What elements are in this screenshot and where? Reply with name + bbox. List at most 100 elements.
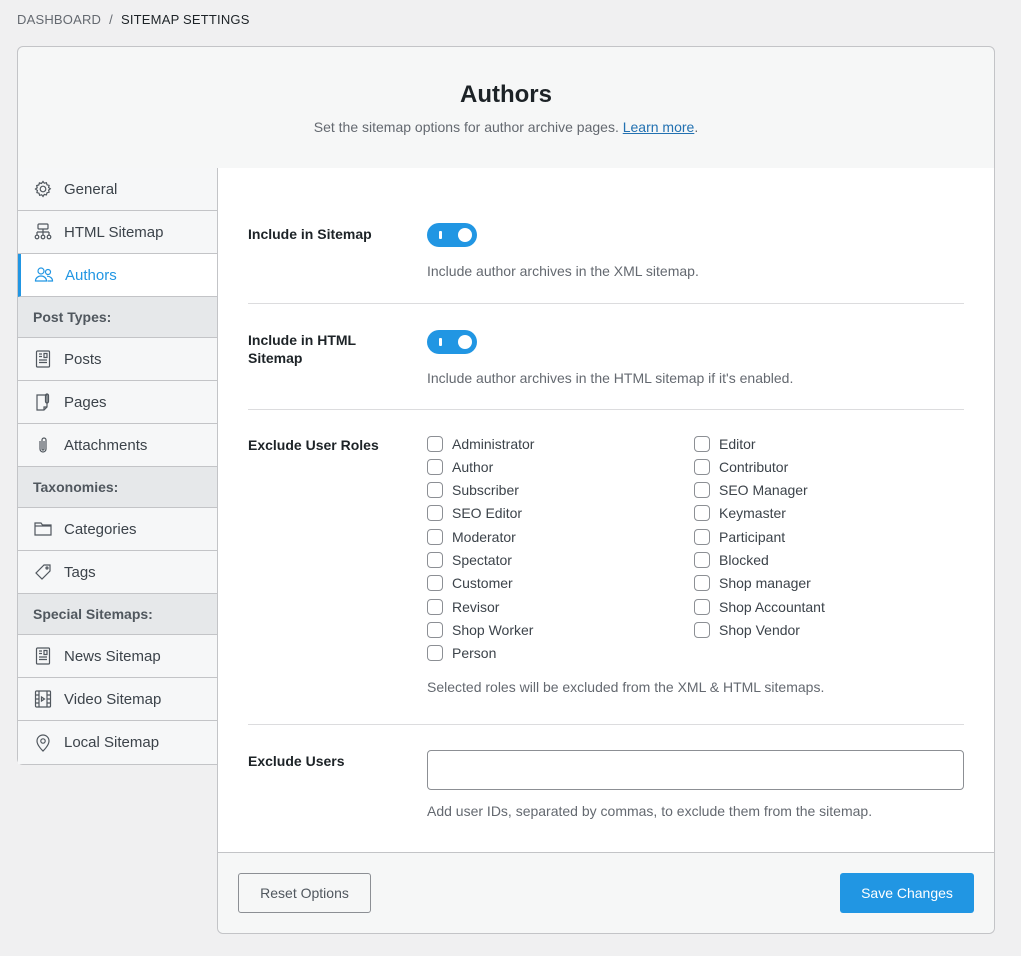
breadcrumb-current: SITEMAP SETTINGS <box>120 12 250 27</box>
setting-label: Include in HTML Sitemap <box>248 332 356 366</box>
exclude-users-input[interactable] <box>427 750 964 790</box>
setting-include-in-html-sitemap: Include in HTML Sitemap Include author a… <box>248 304 964 410</box>
checkbox[interactable] <box>694 482 710 498</box>
checkbox[interactable] <box>427 482 443 498</box>
toggle-on-mark <box>439 338 442 346</box>
setting-include-in-sitemap: Include in Sitemap Include author archiv… <box>248 168 964 304</box>
sitemap-icon <box>33 222 53 242</box>
setting-help: Add user IDs, separated by commas, to ex… <box>427 803 873 819</box>
checkbox[interactable] <box>694 505 710 521</box>
checkbox[interactable] <box>427 459 443 475</box>
role-checkbox-item[interactable]: SEO Manager <box>694 482 808 498</box>
role-label: Person <box>452 645 497 661</box>
role-label: Contributor <box>719 459 789 475</box>
sidebar-item-categories[interactable]: Categories <box>18 508 218 551</box>
role-label: Subscriber <box>452 482 519 498</box>
sidebar-group-special-sitemaps: Special Sitemaps: <box>18 594 218 635</box>
checkbox[interactable] <box>694 459 710 475</box>
toggle-knob <box>458 335 472 349</box>
role-checkbox-item[interactable]: Author <box>427 459 493 475</box>
checkbox[interactable] <box>427 622 443 638</box>
breadcrumb-dashboard-link[interactable]: DASHBOARD <box>17 12 101 27</box>
learn-more-link[interactable]: Learn more <box>623 119 695 135</box>
checkbox[interactable] <box>427 645 443 661</box>
paperclip-icon <box>33 435 53 455</box>
checkbox[interactable] <box>694 529 710 545</box>
include-sitemap-toggle[interactable] <box>427 223 477 247</box>
include-html-sitemap-toggle[interactable] <box>427 330 477 354</box>
checkbox[interactable] <box>427 575 443 591</box>
role-label: Spectator <box>452 552 512 568</box>
role-label: Editor <box>719 436 756 452</box>
checkbox[interactable] <box>694 599 710 615</box>
role-label: Author <box>452 459 494 475</box>
role-label: Participant <box>719 529 786 545</box>
page-icon <box>33 392 53 412</box>
reset-options-button[interactable]: Reset Options <box>238 873 371 913</box>
gear-icon <box>33 179 53 199</box>
role-checkbox-item[interactable]: Moderator <box>427 529 516 545</box>
checkbox[interactable] <box>694 575 710 591</box>
role-checkbox-item[interactable]: Spectator <box>427 552 512 568</box>
role-checkbox-item[interactable]: Person <box>427 645 496 661</box>
role-checkbox-item[interactable]: Administrator <box>427 436 534 452</box>
checkbox[interactable] <box>427 436 443 452</box>
role-checkbox-item[interactable]: Contributor <box>694 459 788 475</box>
sidebar-item-attachments[interactable]: Attachments <box>18 424 218 467</box>
sidebar-item-local-sitemap[interactable]: Local Sitemap <box>18 721 218 764</box>
sidebar-item-posts[interactable]: Posts <box>18 338 218 381</box>
role-checkbox-item[interactable]: Shop manager <box>694 575 811 591</box>
role-checkbox-item[interactable]: Customer <box>427 575 513 591</box>
checkbox[interactable] <box>427 529 443 545</box>
checkbox[interactable] <box>427 505 443 521</box>
sidebar-item-video-sitemap[interactable]: Video Sitemap <box>18 678 218 721</box>
role-label: Keymaster <box>719 505 786 521</box>
sidebar-item-label: Local Sitemap <box>64 734 160 751</box>
description-period: . <box>694 119 699 135</box>
role-checkbox-item[interactable]: Shop Worker <box>427 622 533 638</box>
settings-sidebar: General HTML Sitemap Authors Post Types:… <box>17 168 218 765</box>
setting-field: Include author archives in the HTML site… <box>427 330 793 386</box>
sidebar-item-pages[interactable]: Pages <box>18 381 218 424</box>
setting-label: Exclude User Roles <box>248 437 379 453</box>
save-changes-button[interactable]: Save Changes <box>840 873 974 913</box>
sidebar-item-news-sitemap[interactable]: News Sitemap <box>18 635 218 678</box>
settings-panel: Include in Sitemap Include author archiv… <box>217 168 995 934</box>
role-checkbox-item[interactable]: Shop Accountant <box>694 599 825 615</box>
sidebar-item-label: Attachments <box>64 436 148 454</box>
role-checkbox-item[interactable]: Subscriber <box>427 482 519 498</box>
setting-help: Selected roles will be excluded from the… <box>427 679 825 695</box>
setting-label: Include in Sitemap <box>248 226 372 242</box>
role-checkbox-item[interactable]: Participant <box>694 529 785 545</box>
role-checkbox-item[interactable]: Keymaster <box>694 505 786 521</box>
role-checkbox-item[interactable]: Revisor <box>427 599 499 615</box>
role-checkbox-item[interactable]: SEO Editor <box>427 505 522 521</box>
role-checkbox-item[interactable]: Editor <box>694 436 756 452</box>
role-label: SEO Manager <box>719 482 808 498</box>
sidebar-item-tags[interactable]: Tags <box>18 551 218 594</box>
checkbox[interactable] <box>694 552 710 568</box>
users-icon <box>34 265 54 285</box>
settings-footer: Reset Options Save Changes <box>218 852 994 933</box>
sidebar-item-general[interactable]: General <box>18 168 218 211</box>
tag-icon <box>33 562 53 582</box>
setting-field: Include author archives in the XML sitem… <box>427 223 699 279</box>
sidebar-group-post-types: Post Types: <box>18 297 218 338</box>
checkbox[interactable] <box>694 622 710 638</box>
role-label: Revisor <box>452 599 500 615</box>
video-icon <box>33 689 53 709</box>
role-checkbox-item[interactable]: Shop Vendor <box>694 622 800 638</box>
role-label: SEO Editor <box>452 505 523 521</box>
sidebar-item-html-sitemap[interactable]: HTML Sitemap <box>18 211 218 254</box>
setting-field: Administrator Author Subscriber SEO Editor M… <box>427 436 967 695</box>
sidebar-item-label: Posts <box>64 350 102 368</box>
role-checkbox-item[interactable]: Blocked <box>694 552 769 568</box>
role-label: Shop Vendor <box>719 622 800 638</box>
sidebar-item-authors[interactable]: Authors <box>18 254 218 297</box>
setting-field: Add user IDs, separated by commas, to ex… <box>427 750 964 819</box>
checkbox[interactable] <box>427 552 443 568</box>
sidebar-item-label: Authors <box>65 266 117 284</box>
setting-help: Include author archives in the HTML site… <box>427 370 794 386</box>
checkbox[interactable] <box>427 599 443 615</box>
checkbox[interactable] <box>694 436 710 452</box>
